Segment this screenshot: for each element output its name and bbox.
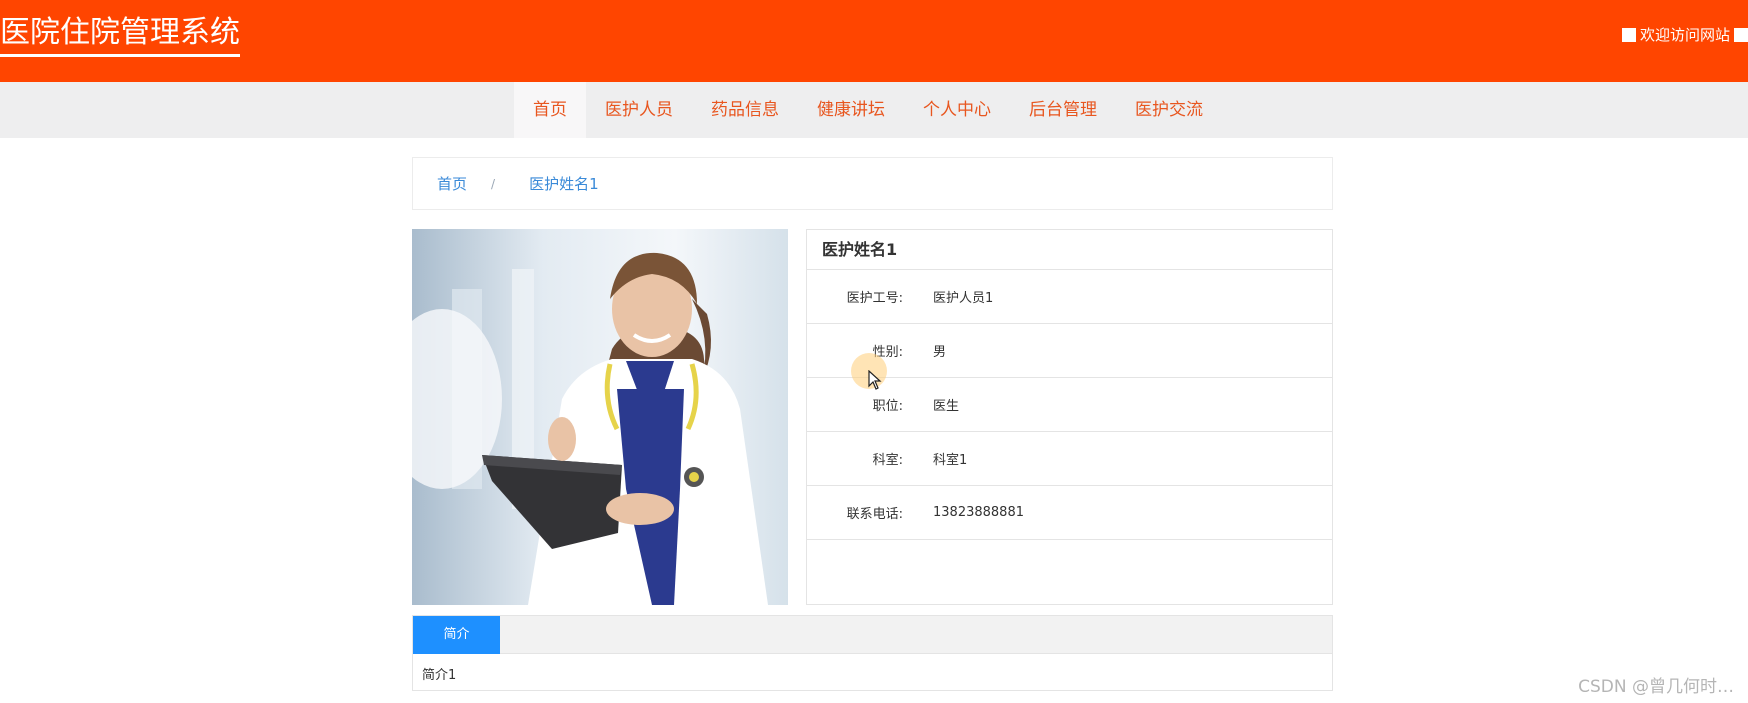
field-row-staff-id: 医护工号: 医护人员1: [807, 270, 1332, 324]
tab-introduction[interactable]: 简介: [413, 616, 500, 654]
breadcrumb: 首页 / 医护姓名1: [412, 157, 1333, 210]
tab-bar: 简介: [413, 616, 1332, 654]
staff-photo: [412, 229, 788, 605]
detail-tabs: 简介 简介1: [412, 615, 1333, 691]
field-value: 13823888881: [933, 505, 1024, 520]
staff-info-panel: 医护姓名1 医护工号: 医护人员1 性别: 男 职位: 医生 科室: 科室1 联…: [806, 229, 1333, 605]
welcome-banner: 欢迎访问网站: [1621, 24, 1748, 45]
field-label: 医护工号:: [846, 291, 903, 306]
nav-item-health-forum[interactable]: 健康讲坛: [798, 82, 904, 138]
breadcrumb-separator: /: [491, 176, 496, 191]
nav-item-medical-staff[interactable]: 医护人员: [586, 82, 692, 138]
nav-item-home[interactable]: 首页: [514, 82, 586, 138]
doctor-illustration: [412, 229, 788, 605]
field-label: 联系电话:: [846, 507, 903, 522]
site-title[interactable]: 医院住院管理系统: [0, 14, 240, 57]
field-value: 男: [933, 345, 947, 360]
nav-item-admin[interactable]: 后台管理: [1010, 82, 1116, 138]
field-row-position: 职位: 医生: [807, 378, 1332, 432]
nav-item-medicine-info[interactable]: 药品信息: [692, 82, 798, 138]
field-value: 医护人员1: [933, 291, 994, 306]
nav-items: 首页 医护人员 药品信息 健康讲坛 个人中心 后台管理 医护交流: [514, 82, 1222, 138]
field-row-phone: 联系电话: 13823888881: [807, 486, 1332, 540]
welcome-text: 欢迎访问网站: [1639, 26, 1730, 44]
field-value: 医生: [933, 399, 960, 414]
site-header: 医院住院管理系统 欢迎访问网站: [0, 0, 1748, 82]
cursor-arrow-icon: [868, 370, 882, 390]
breadcrumb-current[interactable]: 医护姓名1: [529, 173, 599, 194]
square-icon: [1621, 27, 1636, 42]
field-row-department: 科室: 科室1: [807, 432, 1332, 486]
mouse-cursor-highlight: [851, 353, 887, 390]
csdn-watermark: CSDN @曾几何时…: [1578, 677, 1734, 697]
field-label: 科室:: [872, 453, 903, 468]
staff-name: 医护姓名1: [807, 230, 1332, 270]
field-label: 职位:: [872, 399, 903, 414]
field-label: 性别:: [872, 345, 903, 360]
tab-content: 简介1: [422, 668, 457, 683]
square-icon: [1734, 27, 1748, 42]
nav-item-personal-center[interactable]: 个人中心: [904, 82, 1010, 138]
breadcrumb-home[interactable]: 首页: [437, 173, 467, 194]
nav-item-staff-exchange[interactable]: 医护交流: [1116, 82, 1222, 138]
field-value: 科室1: [933, 453, 968, 468]
main-nav: 首页 医护人员 药品信息 健康讲坛 个人中心 后台管理 医护交流: [0, 82, 1748, 138]
